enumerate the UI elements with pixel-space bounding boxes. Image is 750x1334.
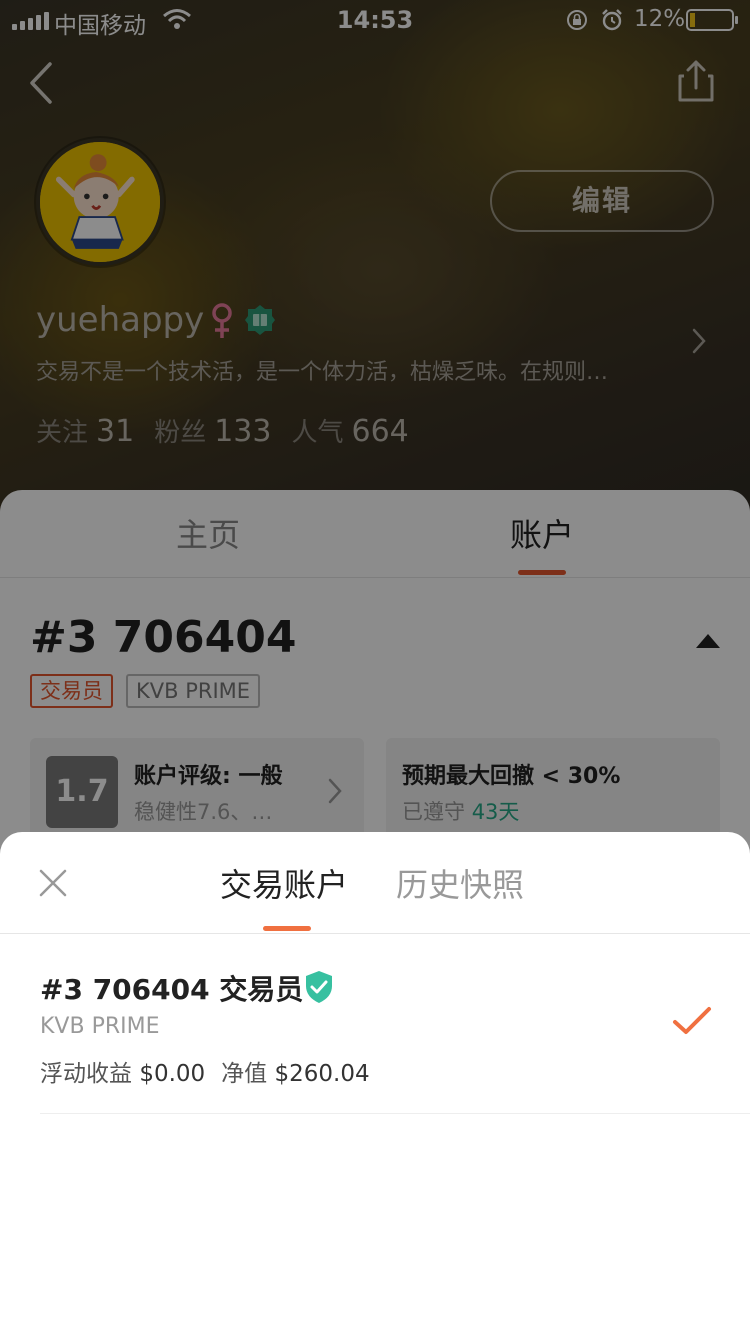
equity-value: $260.04 [274,1061,370,1087]
checkmark-icon [673,1007,711,1034]
account-picker-sheet: 交易账户 历史快照 #3 706404 交易员 KVB PRIME 浮动收益 $… [0,832,750,1334]
account-name: #3 706404 交易员 [40,973,304,1006]
float-label: 浮动收益 [40,1061,132,1087]
tab-history-snapshots[interactable]: 历史快照 [396,860,524,906]
account-broker: KVB PRIME [40,1014,160,1039]
account-stats: 浮动收益 $0.00 净值 $260.04 [40,1054,386,1088]
tab-trading-accounts[interactable]: 交易账户 [220,860,348,906]
sheet-tab-indicator [263,926,311,931]
close-icon[interactable] [38,868,68,898]
account-list-item[interactable]: #3 706404 交易员 KVB PRIME 浮动收益 $0.00 净值 $26… [40,934,750,1114]
float-value: $0.00 [139,1061,206,1087]
shield-check-icon [306,971,332,1003]
equity-label: 净值 [221,1061,268,1087]
